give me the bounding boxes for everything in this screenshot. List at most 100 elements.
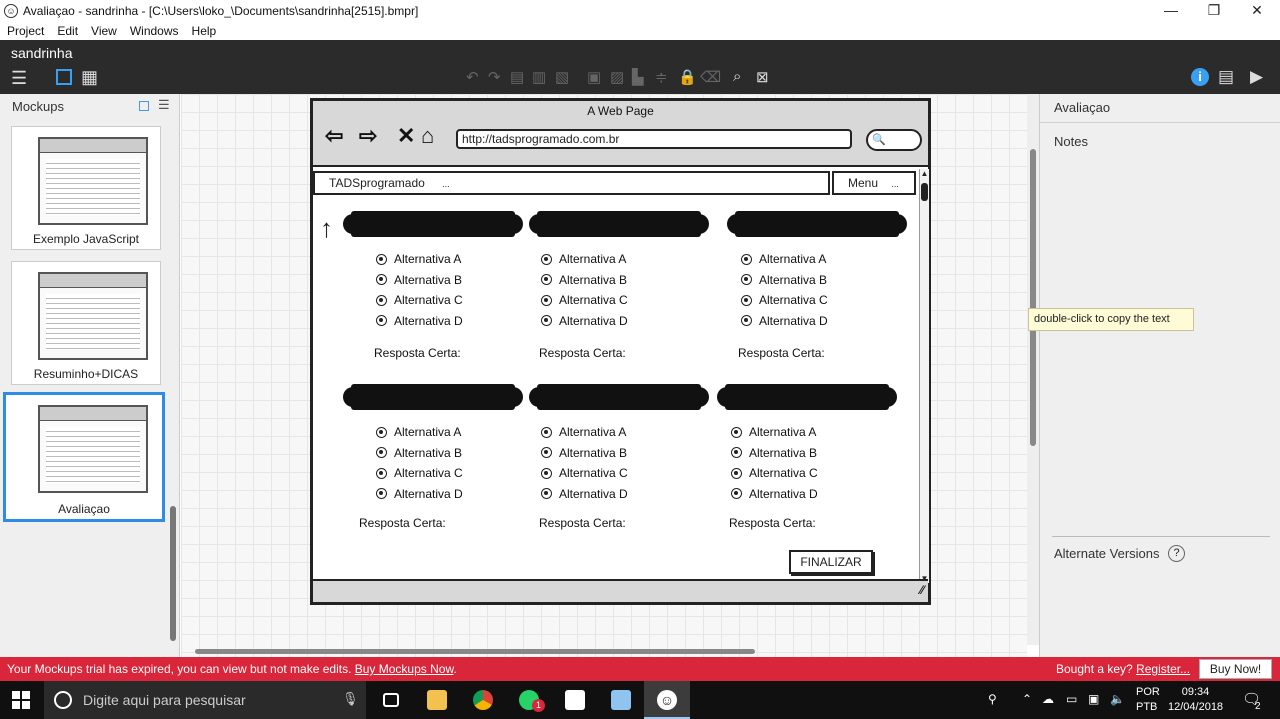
- distribute-icon[interactable]: ≑: [655, 68, 668, 86]
- volume-icon[interactable]: 🔈: [1110, 692, 1125, 706]
- clipboard-icon[interactable]: ▧: [555, 68, 569, 86]
- ungroup-icon[interactable]: ▨: [610, 68, 624, 86]
- up-arrow-icon: ↑: [320, 213, 333, 243]
- lock-icon[interactable]: 🔒: [678, 68, 697, 86]
- cortana-icon: [54, 691, 72, 709]
- help-icon[interactable]: ?: [1168, 545, 1185, 562]
- language-indicator[interactable]: POR PTB: [1136, 685, 1160, 715]
- site-menu-ellipsis: ...: [891, 179, 899, 189]
- taskbar-chrome[interactable]: [460, 681, 506, 719]
- thumbnail-preview: [38, 137, 148, 225]
- thumbnail-exemplo-javascript[interactable]: Exemplo JavaScript: [11, 126, 161, 250]
- menu-project[interactable]: Project: [7, 24, 44, 38]
- taskbar-3d-app[interactable]: [598, 681, 644, 719]
- menu-view[interactable]: View: [91, 24, 117, 38]
- thumbnail-resuminho-dicas[interactable]: Resuminho+DICAS: [11, 261, 161, 385]
- battery-icon[interactable]: ▭: [1066, 692, 1077, 706]
- mockups-panel-title: Mockups: [12, 99, 65, 114]
- radio-option: Alternativa B: [541, 270, 701, 291]
- clock[interactable]: 09:34 12/04/2018: [1168, 685, 1223, 715]
- windows-start-icon[interactable]: [12, 691, 30, 709]
- buy-mockups-now-link[interactable]: Buy Mockups Now: [355, 662, 454, 676]
- radio-icon: [741, 315, 752, 327]
- browser-mockup[interactable]: A Web Page ⇦ ⇨ ✕ ⌂ http://tadsprogramado…: [310, 98, 931, 605]
- url-field: http://tadsprogramado.com.br: [456, 129, 852, 149]
- register-link[interactable]: Register...: [1136, 662, 1190, 676]
- bought-key-text: Bought a key?: [1056, 662, 1133, 676]
- align-icon[interactable]: ▙: [632, 68, 644, 86]
- radio-icon: [541, 253, 552, 265]
- notes-label[interactable]: Notes: [1054, 134, 1088, 149]
- delete-x-icon[interactable]: ⊠: [756, 68, 769, 86]
- hamburger-menu-icon[interactable]: ☰: [11, 68, 27, 89]
- radio-icon: [376, 294, 387, 306]
- question-title-scribble: [343, 384, 523, 410]
- maximize-button[interactable]: ❐: [1191, 0, 1237, 22]
- radio-option: Alternativa C: [376, 463, 536, 484]
- menu-windows[interactable]: Windows: [130, 24, 179, 38]
- radio-option: Alternativa D: [541, 311, 701, 332]
- folder-icon: [427, 690, 447, 710]
- mockups-scrollbar[interactable]: [170, 126, 176, 646]
- paste-icon[interactable]: ▥: [532, 68, 546, 86]
- onedrive-cloud-icon[interactable]: ☁: [1042, 692, 1054, 706]
- time: 09:34: [1181, 686, 1210, 698]
- info-icon[interactable]: i: [1191, 68, 1209, 86]
- title-bar: ☺ Avaliaçao - sandrinha - [C:\Users\loko…: [0, 0, 1280, 22]
- menu-help[interactable]: Help: [192, 24, 217, 38]
- notes-panel-icon[interactable]: ▤: [1218, 67, 1234, 87]
- microphone-icon[interactable]: 🎙: [342, 691, 359, 707]
- trial-expired-bar: Your Mockups trial has expired, you can …: [0, 657, 1280, 681]
- minimize-button[interactable]: —: [1148, 0, 1194, 22]
- task-view-icon: [383, 693, 399, 707]
- taskbar-file-explorer[interactable]: [414, 681, 460, 719]
- radio-option: Alternativa B: [541, 443, 701, 464]
- copy-icon[interactable]: ▤: [510, 68, 524, 86]
- list-view-icon[interactable]: ☰: [158, 97, 170, 113]
- question-title-scribble: [529, 211, 709, 237]
- radio-icon: [541, 467, 552, 479]
- canvas-vertical-scrollbar[interactable]: [1027, 94, 1039, 645]
- radio-icon: [731, 426, 742, 438]
- show-hidden-icons-chevron-icon[interactable]: ⌃: [1022, 692, 1032, 706]
- redo-icon[interactable]: ↷: [488, 68, 501, 86]
- home-icon: ⌂: [421, 123, 435, 148]
- radio-option: Alternativa C: [376, 290, 536, 311]
- search-icon[interactable]: ⌕: [733, 68, 741, 85]
- trash-icon[interactable]: ⌫: [700, 68, 721, 86]
- task-view-button[interactable]: [368, 681, 414, 719]
- radio-option: Alternativa C: [731, 463, 891, 484]
- taskbar-balsamiq[interactable]: ☺: [644, 681, 690, 719]
- radio-icon: [541, 274, 552, 286]
- cube-icon: [611, 690, 631, 710]
- taskbar-search[interactable]: Digite aqui para pesquisar 🎙: [44, 681, 366, 719]
- question-title-scribble: [529, 384, 709, 410]
- presentation-icon[interactable]: ▶: [1250, 67, 1263, 87]
- mockups-panel: Mockups ☰ Exemplo JavaScript Resuminho+D…: [0, 94, 180, 657]
- balsamiq-icon: ☺: [657, 690, 677, 710]
- radio-icon: [376, 488, 387, 500]
- answer-label: Resposta Certa:: [738, 346, 825, 360]
- taskbar-search-placeholder: Digite aqui para pesquisar: [83, 692, 246, 708]
- buy-now-button[interactable]: Buy Now!: [1199, 659, 1272, 679]
- people-icon[interactable]: ⚲: [988, 692, 997, 706]
- grid-view-icon[interactable]: ▦: [81, 67, 98, 88]
- thumbnail-preview: [38, 405, 148, 493]
- undo-icon[interactable]: ↶: [466, 68, 479, 86]
- thumbnail-avaliacao[interactable]: Avaliaçao: [3, 392, 165, 522]
- radio-option: Alternativa C: [541, 463, 701, 484]
- trial-message: Your Mockups trial has expired, you can …: [7, 662, 352, 676]
- panel-toggle-icon[interactable]: [56, 69, 72, 85]
- close-button[interactable]: ✕: [1234, 0, 1280, 22]
- window-title: Avaliaçao - sandrinha - [C:\Users\loko_\…: [23, 4, 419, 18]
- menu-edit[interactable]: Edit: [57, 24, 78, 38]
- group-icon[interactable]: ▣: [587, 68, 601, 86]
- site-menu: Menu ...: [832, 171, 916, 195]
- site-menu-label: Menu: [848, 176, 879, 190]
- thumbnail-view-icon[interactable]: [139, 101, 149, 111]
- taskbar-notes-app[interactable]: [552, 681, 598, 719]
- chrome-icon: [473, 690, 493, 710]
- canvas-horizontal-scrollbar[interactable]: [181, 645, 1027, 657]
- network-icon[interactable]: ▣: [1088, 692, 1099, 706]
- taskbar-whatsapp[interactable]: 1: [506, 681, 552, 719]
